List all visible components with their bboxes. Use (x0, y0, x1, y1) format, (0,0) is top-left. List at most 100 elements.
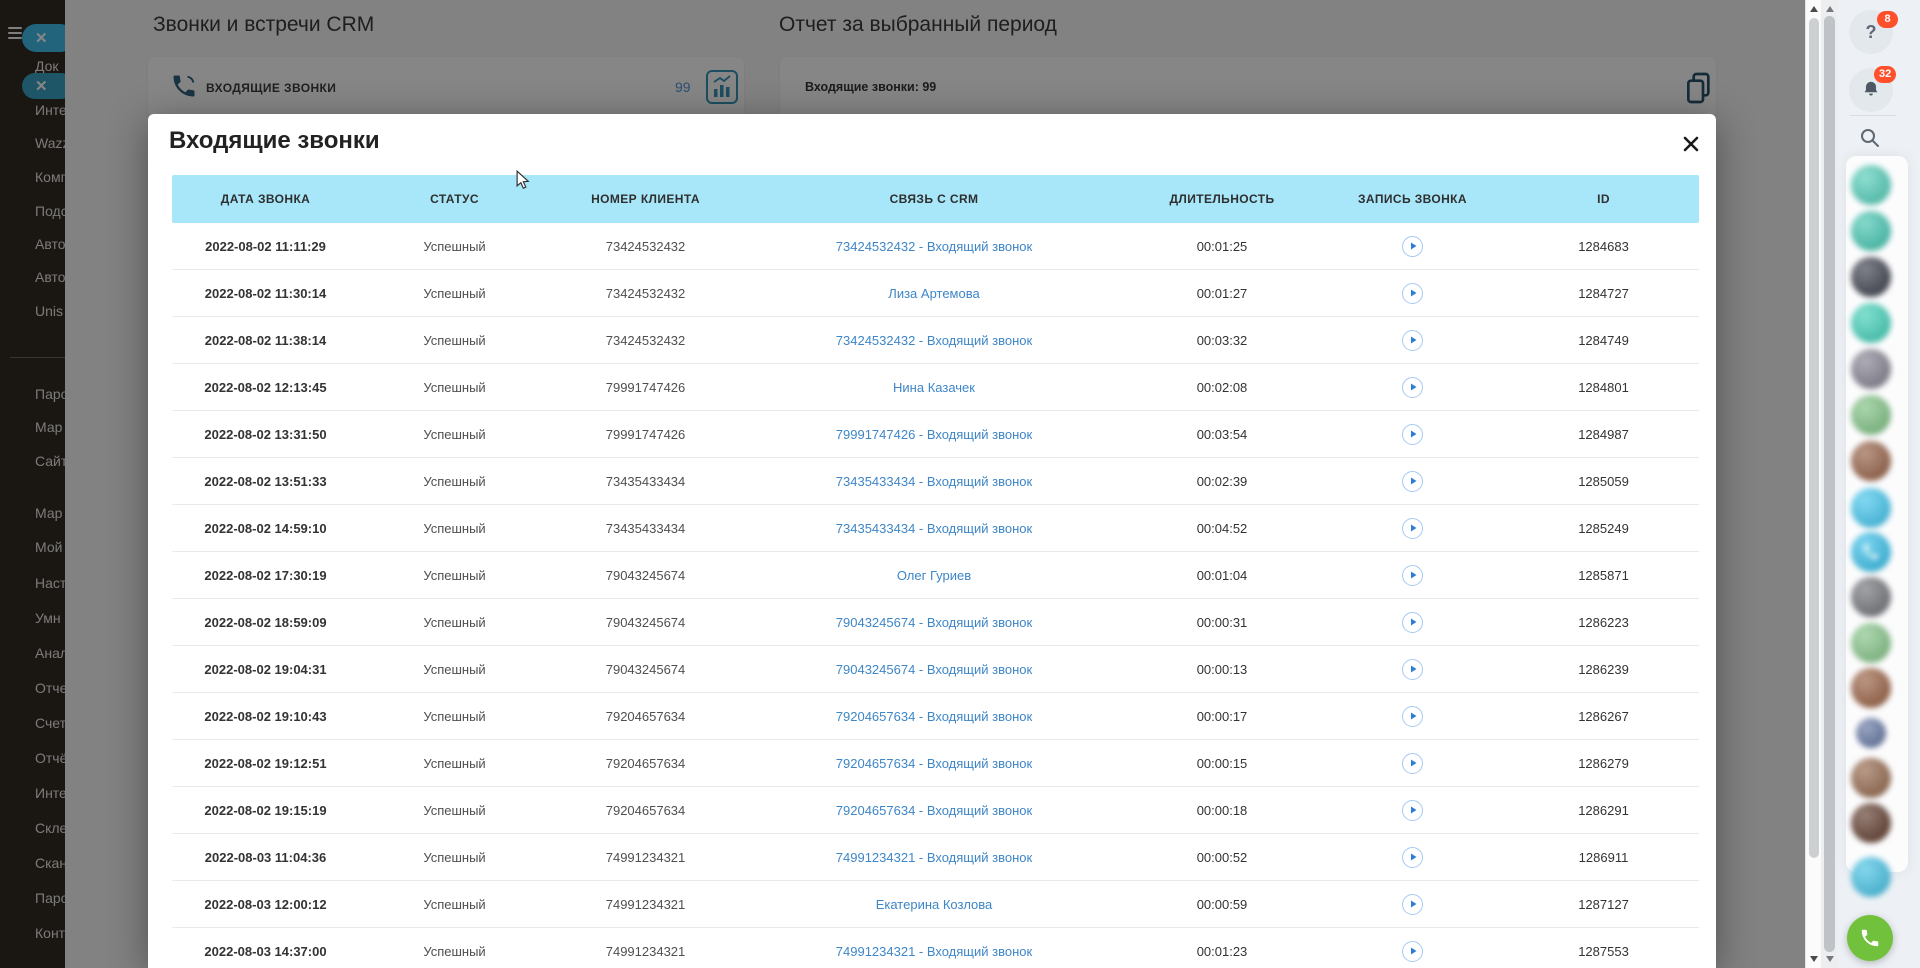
crm-link[interactable]: 79991747426 - Входящий звонок (836, 427, 1032, 442)
crm-link[interactable]: Лиза Артемова (888, 286, 979, 301)
table-row: 2022-08-03 11:04:36 Успешный 74991234321 74… (172, 834, 1699, 881)
contact-avatar[interactable] (1851, 349, 1891, 389)
scroll-up-arrow[interactable] (1821, 2, 1838, 16)
duration-cell: 00:01:23 (1196, 943, 1248, 959)
contact-avatar[interactable] (1851, 577, 1891, 617)
contact-avatar[interactable] (1851, 668, 1891, 708)
crm-cell: 79043245674 - Входящий звонок (741, 662, 1127, 677)
contact-avatar[interactable] (1851, 257, 1891, 297)
play-record-button[interactable] (1402, 611, 1423, 633)
crm-link[interactable]: Нина Казачек (893, 380, 975, 395)
crm-link[interactable]: 73435433434 - Входящий звонок (836, 521, 1032, 536)
crm-link[interactable]: 74991234321 - Входящий звонок (836, 850, 1032, 865)
client-number-cell: 79204657634 (605, 755, 686, 771)
call-button[interactable] (1847, 915, 1893, 961)
call-id-cell: 1286291 (1578, 802, 1629, 818)
play-record-button[interactable] (1402, 282, 1423, 304)
play-record-button[interactable] (1402, 235, 1423, 257)
play-icon (1410, 336, 1416, 344)
contact-avatar[interactable] (1851, 532, 1891, 572)
play-record-button[interactable] (1402, 376, 1423, 398)
table-row: 2022-08-02 13:31:50 Успешный 79991747426 79… (172, 411, 1699, 458)
browser-scrollbar[interactable] (1821, 0, 1838, 968)
crm-link[interactable]: 73424532432 - Входящий звонок (836, 333, 1032, 348)
contact-avatar[interactable] (1851, 211, 1891, 251)
call-status-cell: Успешный (423, 661, 486, 677)
crm-cell: Екатерина Козлова (741, 897, 1127, 912)
record-cell (1317, 940, 1508, 962)
play-record-button[interactable] (1402, 517, 1423, 539)
calls-table-body: 2022-08-02 11:11:29 Успешный 73424532432 73… (172, 223, 1699, 968)
crm-link[interactable]: 73435433434 - Входящий звонок (836, 474, 1032, 489)
call-id-cell: 1285059 (1578, 473, 1629, 489)
crm-cell: 79043245674 - Входящий звонок (741, 615, 1127, 630)
play-record-button[interactable] (1402, 329, 1423, 351)
column-header: ID (1597, 192, 1610, 206)
crm-link[interactable]: Екатерина Козлова (876, 897, 993, 912)
play-record-button[interactable] (1402, 423, 1423, 445)
contact-avatar[interactable] (1851, 395, 1891, 435)
call-id-cell: 1284801 (1578, 379, 1629, 395)
scrollbar-thumb[interactable] (1824, 16, 1835, 952)
play-record-button[interactable] (1402, 799, 1423, 821)
contact-avatar[interactable] (1851, 303, 1891, 343)
play-record-button[interactable] (1402, 893, 1423, 915)
crm-link[interactable]: Олег Гуриев (897, 568, 971, 583)
client-number-cell: 74991234321 (605, 943, 686, 959)
record-cell (1317, 752, 1508, 774)
play-record-button[interactable] (1402, 846, 1423, 868)
duration-cell: 00:01:27 (1196, 285, 1248, 301)
crm-cell: 73435433434 - Входящий звонок (741, 474, 1127, 489)
play-icon (1410, 477, 1416, 485)
duration-cell: 00:02:39 (1196, 473, 1248, 489)
table-row: 2022-08-02 13:51:33 Успешный 73435433434 73… (172, 458, 1699, 505)
contact-avatar[interactable] (1851, 857, 1891, 897)
play-record-button[interactable] (1402, 470, 1423, 492)
record-cell (1317, 470, 1508, 492)
app-window: ДокИнтеWazzКомпПодсАвтоАвтоUnisПароМарСа… (0, 0, 1920, 968)
contact-avatar[interactable] (1856, 718, 1886, 748)
right-sidebar: ? 8 32 (1838, 0, 1920, 968)
crm-link[interactable]: 79204657634 - Входящий звонок (836, 756, 1032, 771)
contact-avatar[interactable] (1851, 488, 1891, 528)
client-number-cell: 73435433434 (605, 520, 686, 536)
play-record-button[interactable] (1402, 705, 1423, 727)
table-row: 2022-08-02 19:12:51 Успешный 79204657634 79… (172, 740, 1699, 787)
crm-link[interactable]: 79043245674 - Входящий звонок (836, 615, 1032, 630)
page-scrollbar[interactable] (1805, 0, 1821, 968)
search-button[interactable] (1858, 126, 1882, 150)
scrollbar-thumb[interactable] (1809, 18, 1819, 858)
play-record-button[interactable] (1402, 658, 1423, 680)
crm-link[interactable]: 79043245674 - Входящий звонок (836, 662, 1032, 677)
column-header: ДЛИТЕЛЬНОСТЬ (1169, 192, 1275, 206)
contact-avatar[interactable] (1851, 758, 1891, 798)
play-record-button[interactable] (1402, 752, 1423, 774)
call-date-cell: 2022-08-02 11:38:14 (204, 332, 327, 348)
call-status-cell: Успешный (423, 896, 486, 912)
contact-avatar[interactable] (1851, 165, 1891, 205)
duration-cell: 00:04:52 (1196, 520, 1248, 536)
play-icon (1410, 947, 1416, 955)
crm-cell: 73424532432 - Входящий звонок (741, 239, 1127, 254)
table-row: 2022-08-02 19:04:31 Успешный 79043245674 79… (172, 646, 1699, 693)
crm-link[interactable]: 74991234321 - Входящий звонок (836, 944, 1032, 959)
scroll-up-arrow[interactable] (1806, 2, 1821, 16)
contact-avatar[interactable] (1851, 803, 1891, 843)
crm-cell: 79204657634 - Входящий звонок (741, 756, 1127, 771)
crm-link[interactable]: 79204657634 - Входящий звонок (836, 709, 1032, 724)
play-record-button[interactable] (1402, 564, 1423, 586)
contact-avatar[interactable] (1851, 623, 1891, 663)
play-icon (1410, 712, 1416, 720)
contact-avatar[interactable] (1851, 441, 1891, 481)
scroll-down-arrow[interactable] (1806, 952, 1821, 966)
play-record-button[interactable] (1402, 940, 1423, 962)
call-status-cell: Успешный (423, 849, 486, 865)
modal-close-button[interactable] (1682, 136, 1700, 154)
client-number-cell: 79043245674 (605, 567, 686, 583)
crm-cell: 79204657634 - Входящий звонок (741, 709, 1127, 724)
scroll-down-arrow[interactable] (1821, 952, 1838, 966)
duration-cell: 00:00:52 (1196, 849, 1248, 865)
crm-link[interactable]: 73424532432 - Входящий звонок (836, 239, 1032, 254)
crm-link[interactable]: 79204657634 - Входящий звонок (836, 803, 1032, 818)
call-status-cell: Успешный (423, 238, 486, 254)
